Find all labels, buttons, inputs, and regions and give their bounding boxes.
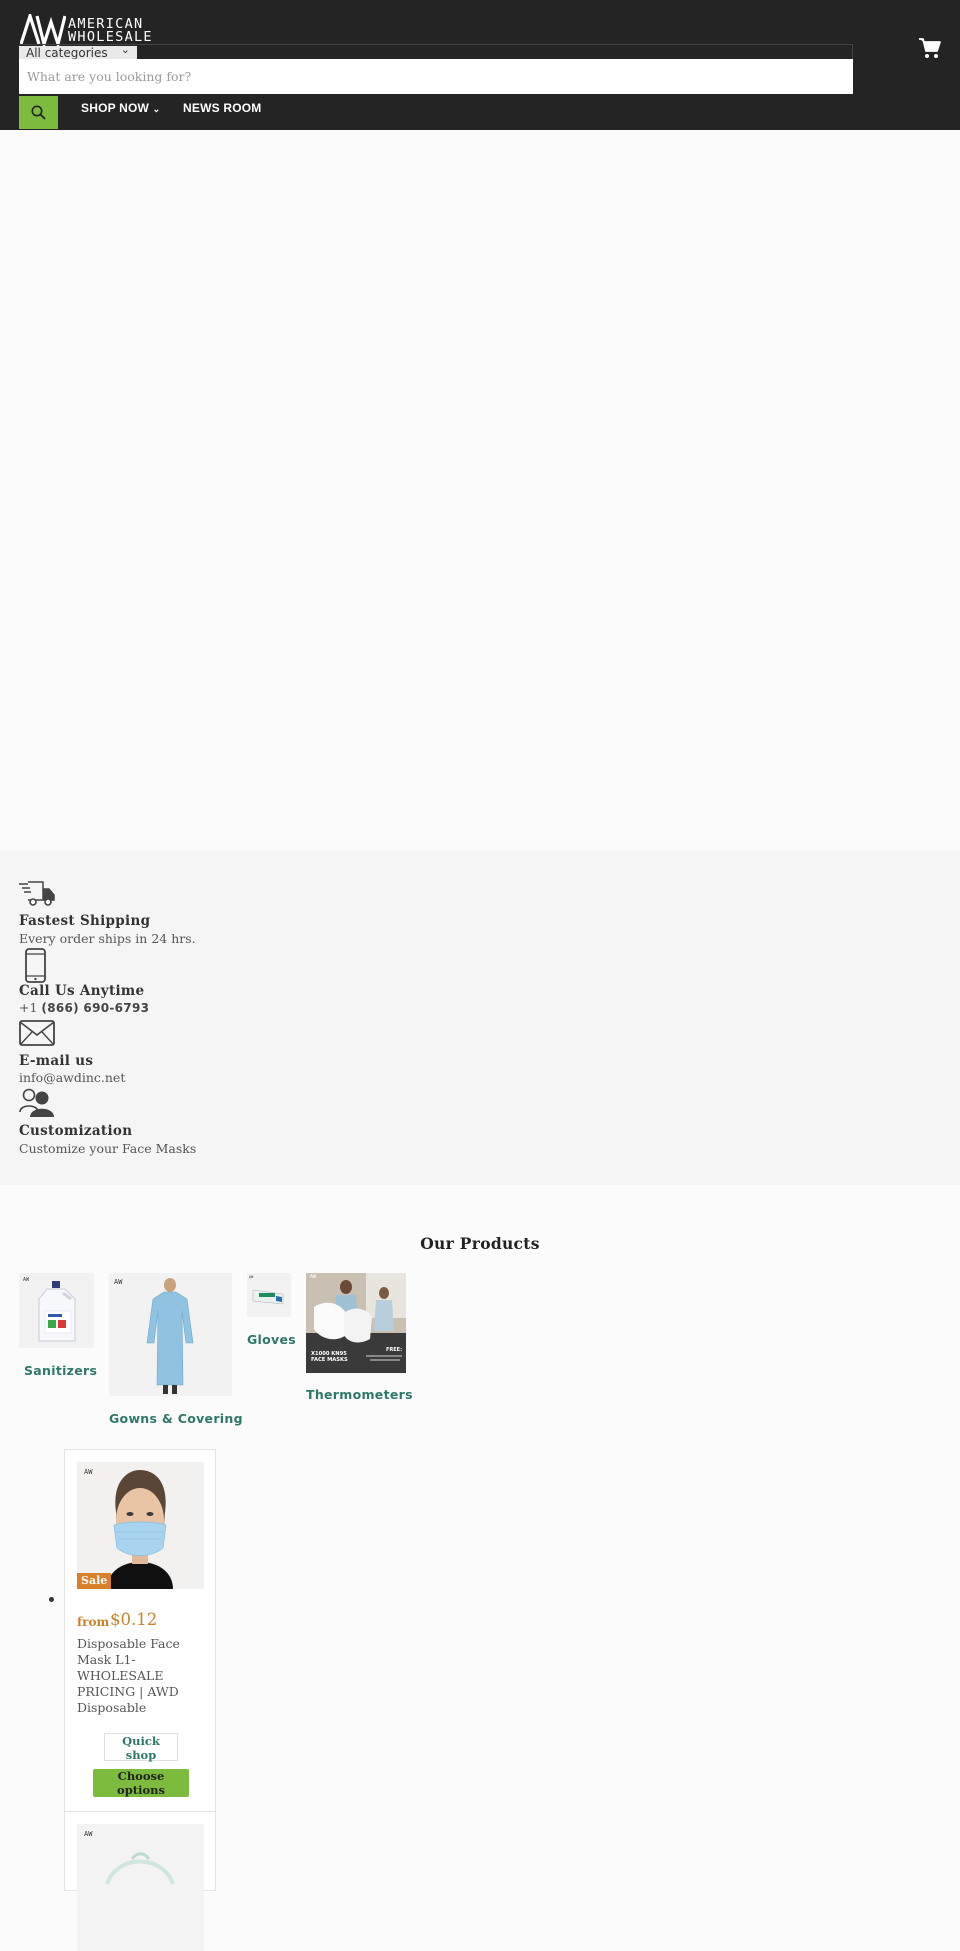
feature-title: Call Us Anytime (19, 983, 145, 999)
email-link[interactable]: info@awdinc.net (19, 1070, 125, 1085)
truck-icon (19, 881, 55, 906)
quick-shop-button[interactable]: Quick shop (104, 1733, 178, 1762)
promo-text-2: FACE MASKS (311, 1357, 348, 1363)
svg-text:AW: AW (114, 1278, 123, 1286)
product-price: $0.12 (110, 1610, 158, 1629)
cart-button[interactable] (918, 37, 942, 63)
chevron-down-icon: ⌄ (152, 104, 161, 114)
phone-number[interactable]: (866) 690-6793 (41, 1001, 149, 1015)
category-label[interactable]: Gloves (247, 1332, 296, 1347)
product-image[interactable]: AW Sale (77, 1462, 204, 1589)
thermometer-promo-image: AW X1000 KN95 FACE MASKS FREE: (306, 1273, 406, 1373)
choose-options-button[interactable]: Choose options (93, 1769, 189, 1797)
list-bullet (49, 1597, 54, 1602)
search-button[interactable] (19, 96, 58, 129)
gloves-box-image: AW (249, 1275, 284, 1305)
feature-text: Customize your Face Masks (19, 1141, 197, 1156)
feature-phone-line[interactable]: +1 (866) 690-6793 (19, 1000, 149, 1015)
svg-text:AW: AW (310, 1274, 317, 1280)
product-card[interactable]: AW (64, 1811, 216, 1951)
category-image-sanitizers[interactable]: AW (19, 1273, 94, 1348)
user-icon (19, 1088, 54, 1117)
logo-line-2: WHOLESALE (68, 29, 153, 45)
phone-icon (25, 948, 46, 983)
feature-title: Fastest Shipping (19, 913, 151, 929)
category-image-gowns[interactable]: AW (109, 1273, 232, 1396)
product-card[interactable]: AW Sale from $0.12 Disposable Face Mask … (64, 1449, 216, 1812)
logo[interactable]: AMERICAN WHOLESALE (20, 14, 160, 46)
envelope-icon (19, 1020, 55, 1046)
svg-text:AW: AW (84, 1830, 93, 1838)
features-section: Fastest Shipping Every order ships in 24… (0, 850, 960, 1185)
chevron-down-icon: ⌄ (120, 43, 130, 56)
price-prefix: from (77, 1615, 110, 1629)
nav-shop-now-label: SHOP NOW (81, 101, 150, 115)
products-section-title: Our Products (420, 1234, 540, 1253)
nav-news-room-label: NEWS ROOM (183, 101, 262, 115)
logo-mark-icon (20, 14, 66, 46)
face-mask-model-image: AW (77, 1462, 204, 1589)
product-image[interactable]: AW (77, 1824, 204, 1951)
feature-title: Customization (19, 1123, 133, 1139)
logo-wordmark: AMERICAN WHOLESALE (68, 17, 153, 45)
nav-shop-now[interactable]: SHOP NOW ⌄ (81, 101, 160, 115)
category-select-value: All categories (26, 46, 108, 60)
respirator-mask-image: AW (77, 1824, 204, 1951)
sale-badge: Sale (77, 1573, 112, 1589)
nav-news-room[interactable]: NEWS ROOM (183, 101, 261, 115)
site-header: AMERICAN WHOLESALE All categories ⌄ SHOP… (0, 0, 960, 130)
category-label[interactable]: Gowns & Covering (109, 1411, 243, 1426)
sanitizer-bottle-image: AW (23, 1277, 76, 1342)
phone-prefix: +1 (19, 1000, 38, 1015)
category-label[interactable]: Sanitizers (24, 1363, 97, 1378)
product-title[interactable]: Disposable Face Mask L1-WHOLESALE PRICIN… (77, 1636, 199, 1716)
svg-text:AW: AW (249, 1275, 254, 1279)
search-input[interactable] (19, 59, 853, 94)
category-label[interactable]: Thermometers (306, 1387, 413, 1402)
cart-icon (919, 38, 941, 58)
svg-text:AW: AW (23, 1277, 30, 1283)
category-image-thermometers[interactable]: AW X1000 KN95 FACE MASKS FREE: (306, 1273, 406, 1373)
svg-text:AW: AW (84, 1468, 93, 1476)
promo-text-free: FREE: (386, 1347, 402, 1353)
search-icon (31, 105, 46, 120)
category-image-gloves[interactable]: AW (247, 1273, 291, 1317)
feature-text: Every order ships in 24 hrs. (19, 931, 196, 946)
gown-image: AW (114, 1278, 194, 1394)
category-select[interactable]: All categories ⌄ (19, 43, 137, 60)
feature-title: E-mail us (19, 1053, 94, 1069)
